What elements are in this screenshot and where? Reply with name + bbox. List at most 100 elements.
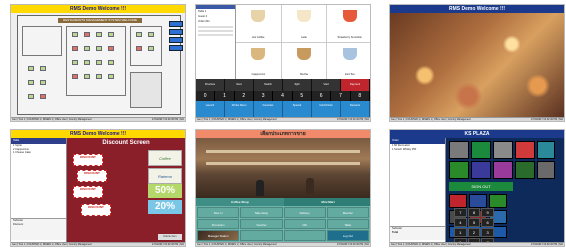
function-tile[interactable] [493, 141, 513, 159]
sign-out-button[interactable]: SIGN OUT [449, 182, 513, 191]
table[interactable] [72, 60, 78, 65]
qty-key[interactable]: 2 [235, 91, 254, 101]
keypad-key[interactable]: 5 [467, 218, 481, 227]
toolbar-button[interactable] [169, 37, 183, 43]
sale-type-tile[interactable]: Promotion [197, 218, 240, 230]
sale-type-tile[interactable]: Take Away [240, 207, 283, 218]
function-tile[interactable] [537, 161, 555, 179]
drink-item[interactable]: Strawberry Smoothie [327, 5, 370, 42]
qty-key[interactable]: 5 [293, 91, 312, 101]
sale-type-tile[interactable] [283, 230, 326, 241]
table[interactable] [72, 74, 78, 79]
keypad-key[interactable]: 1 [454, 228, 467, 237]
previous-button[interactable]: Previous [196, 79, 225, 91]
restaurant-background-image[interactable] [390, 13, 564, 117]
table[interactable] [28, 80, 34, 85]
table[interactable] [28, 66, 34, 71]
table[interactable] [108, 74, 114, 79]
keypad-key[interactable]: 8 [467, 208, 481, 217]
mini-mart-tab[interactable]: Mini Mart [284, 198, 370, 206]
table[interactable] [72, 46, 78, 51]
coffee-shop-tab[interactable]: Coffee Shop [196, 198, 284, 206]
toolbar-button[interactable] [169, 29, 183, 35]
function-tile[interactable] [515, 141, 535, 159]
table[interactable] [108, 60, 114, 65]
qty-key[interactable]: 0 [196, 91, 216, 101]
function-tile[interactable] [449, 141, 469, 159]
function-tile[interactable] [471, 141, 491, 159]
sale-type-tile[interactable]: Table [326, 218, 369, 230]
coupon-button[interactable]: DISCOUNT [77, 170, 107, 182]
payment-button[interactable]: Payment [341, 79, 370, 91]
keypad-key[interactable]: 9 [481, 208, 494, 217]
table[interactable] [148, 32, 154, 37]
table[interactable] [84, 74, 90, 79]
table[interactable] [148, 46, 154, 51]
drink-item[interactable]: Cappuccino [236, 42, 281, 79]
table[interactable] [96, 74, 102, 79]
brand-coffee-button[interactable]: Coffee [148, 150, 182, 166]
toolbar-button[interactable] [169, 45, 183, 51]
delete-item-button[interactable]: Delete Item [158, 234, 182, 240]
keypad-key[interactable]: 3 [481, 228, 494, 237]
drink-item[interactable]: Latte [281, 5, 327, 42]
table[interactable] [40, 94, 46, 99]
keypad-key[interactable]: 2 [467, 228, 481, 237]
function-tile[interactable] [537, 141, 555, 159]
qty-key[interactable]: 3 [254, 91, 274, 101]
drink-item[interactable]: Mocha [281, 42, 327, 79]
sale-type-tile[interactable]: Delivery [283, 207, 326, 218]
function-tile[interactable] [471, 161, 491, 179]
function-tile[interactable] [515, 161, 535, 179]
function-tile[interactable] [489, 194, 507, 208]
split-button[interactable]: Split [283, 79, 312, 91]
qty-key[interactable]: 6 [312, 91, 332, 101]
drink-item[interactable]: Hot Coffee [236, 5, 281, 42]
next-button[interactable]: Next [225, 79, 254, 91]
qty-key[interactable]: 1 [215, 91, 235, 101]
brand-reward-button[interactable]: Ratemo [148, 168, 182, 184]
keypad-key[interactable]: 7 [454, 208, 467, 217]
switch-button[interactable]: Switch [254, 79, 283, 91]
toolbar-button[interactable] [169, 21, 183, 27]
drink-item[interactable]: Iced Tea [327, 42, 370, 79]
table[interactable] [96, 32, 102, 37]
table[interactable] [96, 60, 102, 65]
table[interactable] [108, 46, 114, 51]
table[interactable] [40, 80, 46, 85]
function-tile[interactable] [493, 161, 513, 179]
coupon-button[interactable]: DISCOUNT [81, 204, 111, 216]
sale-type-tile[interactable] [240, 230, 283, 241]
void-button[interactable]: Void [312, 79, 341, 91]
coupon-button[interactable]: DISCOUNT [73, 154, 103, 166]
sale-type-tile[interactable]: Dine In [197, 207, 240, 218]
manager-station-tile[interactable]: Manager Station [197, 230, 240, 241]
function-tile[interactable] [469, 194, 487, 208]
function-tile[interactable] [449, 161, 469, 179]
table[interactable] [84, 60, 90, 65]
table[interactable] [28, 94, 34, 99]
table[interactable] [108, 32, 114, 37]
qty-key[interactable]: 8 [351, 91, 370, 101]
ticket-row[interactable]: 1 Cheese Cake [11, 151, 66, 155]
table[interactable] [136, 32, 142, 37]
coupon-button[interactable]: DISCOUNT [73, 186, 103, 198]
table[interactable] [96, 46, 102, 51]
percent-20-button[interactable]: 20% [148, 200, 182, 214]
table[interactable] [40, 66, 46, 71]
ticket-row[interactable]: 1 Scotch Whisky 350 [390, 148, 445, 152]
qty-key[interactable]: 4 [273, 91, 293, 101]
keypad-key[interactable]: 6 [481, 218, 494, 227]
sale-type-tile[interactable]: Gift [283, 218, 326, 230]
sale-type-tile[interactable]: Voucher [240, 218, 283, 230]
table[interactable] [136, 46, 142, 51]
percent-50-button[interactable]: 50% [148, 184, 182, 198]
qty-key[interactable]: 7 [331, 91, 351, 101]
table[interactable] [84, 32, 90, 37]
keypad-key[interactable]: 4 [454, 218, 467, 227]
table[interactable] [72, 32, 78, 37]
sale-type-tile[interactable]: Member [326, 207, 369, 218]
table[interactable] [84, 46, 90, 51]
logout-button[interactable]: Log Out [326, 230, 369, 241]
function-tile[interactable] [449, 194, 467, 208]
